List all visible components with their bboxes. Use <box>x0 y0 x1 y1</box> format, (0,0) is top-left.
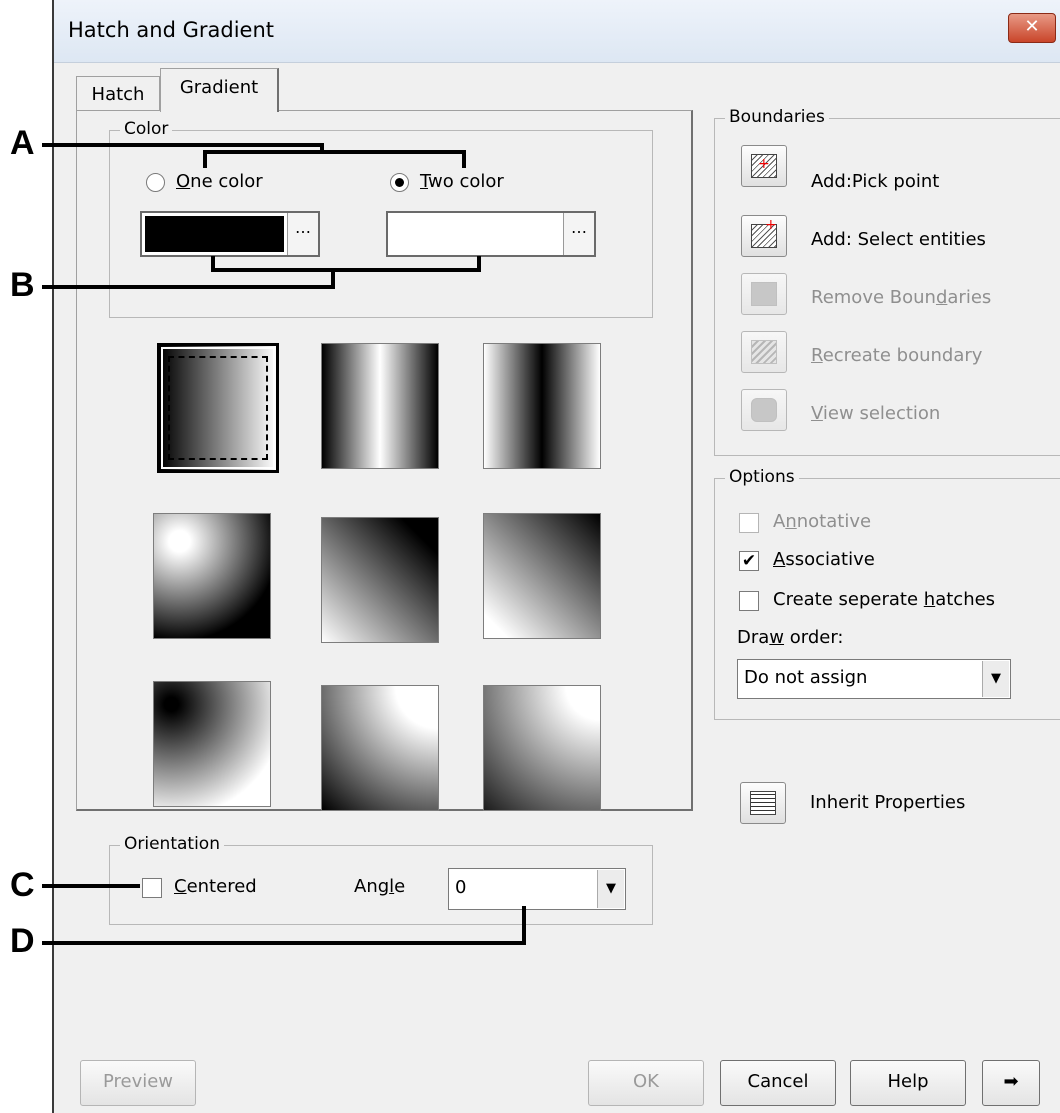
callout-lines <box>42 143 526 945</box>
callout-a: A <box>10 124 35 162</box>
tab-gradient[interactable]: Gradient <box>160 68 279 112</box>
callout-b: B <box>10 266 35 304</box>
callout-c: C <box>10 866 35 904</box>
callout-d: D <box>10 922 35 960</box>
